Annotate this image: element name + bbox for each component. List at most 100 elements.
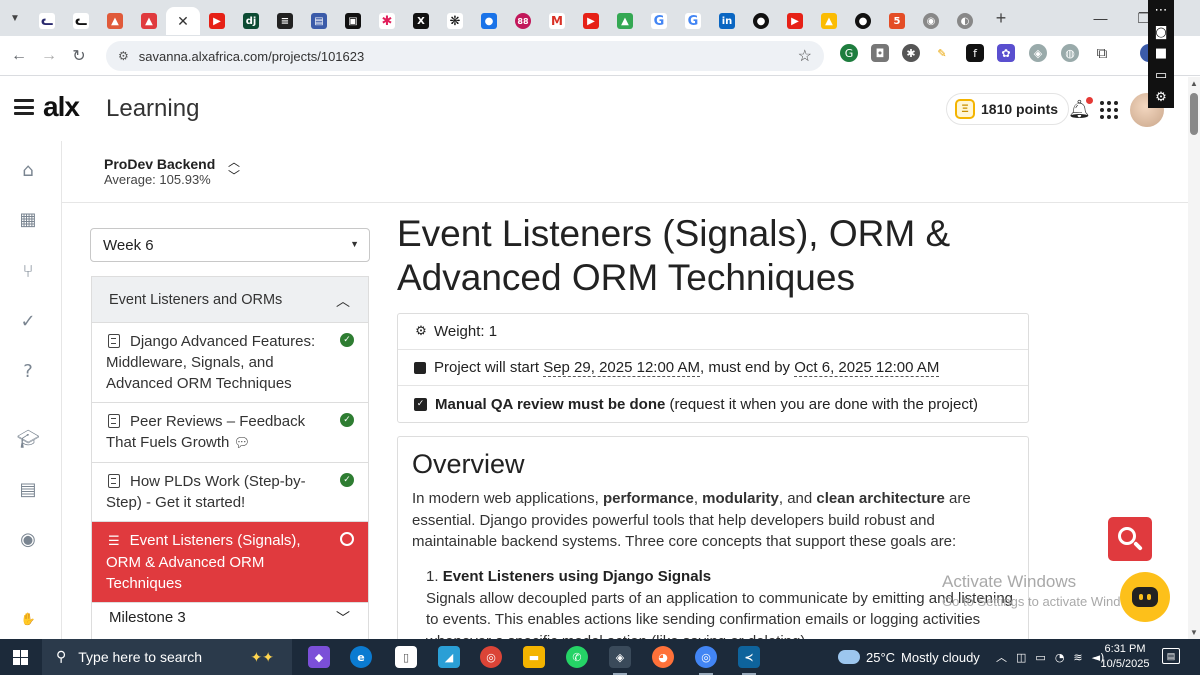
graduation-cap-icon[interactable]: 🎓︎ bbox=[16, 427, 40, 451]
tab[interactable]: G bbox=[676, 7, 710, 35]
tab[interactable]: dj bbox=[234, 7, 268, 35]
tab[interactable]: ▲ bbox=[132, 7, 166, 35]
curriculum-branch-icon[interactable]: ⑂ bbox=[16, 259, 40, 283]
taskbar-clock[interactable]: 6:31 PM 10/5/2025 bbox=[1100, 642, 1150, 672]
milestone-header[interactable]: Milestone 3 ﹀ bbox=[91, 596, 369, 640]
help-icon[interactable]: ? bbox=[16, 359, 40, 383]
whatsapp-icon[interactable]: ✆ bbox=[566, 646, 588, 668]
tab[interactable]: ᓚ bbox=[30, 7, 64, 35]
tab-active[interactable]: ✕ bbox=[166, 7, 200, 35]
tab[interactable]: ▶ bbox=[778, 7, 812, 35]
site-settings-icon[interactable]: ⚙ bbox=[118, 49, 129, 63]
chevron-up-icon[interactable]: ︿ bbox=[228, 155, 240, 169]
tab[interactable]: X bbox=[404, 7, 438, 35]
chrome-profile-icon[interactable]: ◎ bbox=[695, 646, 717, 675]
module-header[interactable]: Event Listeners and ORMs ︿ bbox=[92, 277, 368, 323]
windows-start-icon[interactable] bbox=[0, 639, 40, 675]
tab[interactable]: ▶ bbox=[200, 7, 234, 35]
app-icon[interactable]: ◈ bbox=[609, 646, 631, 675]
network-icon[interactable]: ◔ bbox=[1055, 651, 1065, 664]
course-switcher[interactable]: ︿ ﹀ bbox=[228, 155, 240, 183]
wifi-icon[interactable]: ≋ bbox=[1073, 651, 1082, 664]
notification-center-icon[interactable]: ▤ bbox=[1162, 648, 1180, 664]
tab[interactable]: ● bbox=[744, 7, 778, 35]
reload-icon[interactable]: ↻ bbox=[64, 46, 94, 66]
weather-widget[interactable]: 25°C Mostly cloudy bbox=[838, 639, 980, 675]
tab[interactable]: ✱ bbox=[370, 7, 404, 35]
chat-icon[interactable]: ◉ bbox=[16, 527, 40, 551]
points-badge[interactable]: Ξ 1810 points bbox=[946, 93, 1070, 125]
list-item[interactable]: Django Advanced Features: Middleware, Si… bbox=[92, 323, 368, 403]
back-icon[interactable]: ← bbox=[4, 47, 34, 65]
bookmark-star-icon[interactable]: ☆ bbox=[798, 46, 812, 66]
page-scrollbar[interactable]: ▲ ▼ bbox=[1188, 77, 1200, 639]
tab[interactable]: ● bbox=[472, 7, 506, 35]
tab[interactable]: ▲ bbox=[98, 7, 132, 35]
taskbar-search[interactable]: ⚲ Type here to search ✦✦ bbox=[42, 639, 292, 675]
tab[interactable]: ▣ bbox=[336, 7, 370, 35]
tab[interactable]: ▲ bbox=[812, 7, 846, 35]
search-button[interactable] bbox=[1108, 517, 1152, 561]
grammarly-extension-icon[interactable]: G bbox=[840, 44, 858, 62]
home-icon[interactable]: ⌂ bbox=[16, 158, 40, 182]
new-tab-icon[interactable]: + bbox=[986, 8, 1016, 29]
close-tab-icon[interactable]: ✕ bbox=[177, 13, 189, 30]
list-item[interactable]: Peer Reviews – Feedback That Fuels Growt… bbox=[92, 403, 368, 463]
vscode-icon[interactable]: ≺ bbox=[738, 646, 760, 675]
bug-extension-icon[interactable]: ✱ bbox=[902, 44, 920, 62]
address-bar[interactable]: ⚙ savanna.alxafrica.com/projects/101623 … bbox=[106, 41, 824, 71]
tab[interactable]: ◉ bbox=[914, 7, 948, 35]
document-icon[interactable]: ▤ bbox=[16, 477, 40, 501]
alx-logo[interactable]: alx bbox=[43, 91, 80, 123]
tab[interactable]: M bbox=[540, 7, 574, 35]
app-icon[interactable]: ◢ bbox=[438, 646, 460, 668]
bot-icon[interactable]: ✋ bbox=[16, 607, 40, 631]
pen-extension-icon[interactable]: ✎ bbox=[933, 44, 951, 62]
tab[interactable]: 88 bbox=[506, 7, 540, 35]
globe-extension-icon[interactable]: ◍ bbox=[1061, 44, 1079, 62]
forward-icon[interactable]: → bbox=[34, 47, 64, 65]
minimize-icon[interactable]: — bbox=[1093, 10, 1107, 26]
tab[interactable]: ▶ bbox=[574, 7, 608, 35]
gear-icon[interactable]: ⚙ bbox=[1155, 90, 1167, 105]
list-item[interactable]: How PLDs Work (Step-by-Step) - Get it st… bbox=[92, 463, 368, 522]
menu-icon[interactable] bbox=[14, 99, 34, 115]
week-select[interactable]: Week 6 ▼ bbox=[90, 228, 370, 262]
tab[interactable]: ▤ bbox=[302, 7, 336, 35]
link-icon[interactable]: ⋯ bbox=[1155, 3, 1168, 18]
camera-extension-icon[interactable]: ◘ bbox=[871, 44, 889, 62]
list-item-current[interactable]: ☰ Event Listeners (Signals), ORM & Advanc… bbox=[92, 522, 368, 603]
puzzle-extension-icon[interactable]: ✿ bbox=[997, 44, 1015, 62]
chevron-up-icon[interactable]: ︿ bbox=[996, 649, 1007, 665]
scrollbar-thumb[interactable] bbox=[1190, 93, 1198, 135]
edge-icon[interactable]: e bbox=[350, 646, 372, 668]
tab[interactable]: ≡ bbox=[268, 7, 302, 35]
tab[interactable]: ● bbox=[846, 7, 880, 35]
scroll-up-icon[interactable]: ▲ bbox=[1190, 79, 1198, 88]
tab-search-icon[interactable]: ▼ bbox=[0, 0, 30, 36]
camera-icon[interactable]: ◙ bbox=[1155, 25, 1168, 40]
tab[interactable]: ▲ bbox=[608, 7, 642, 35]
chatbot-button[interactable] bbox=[1120, 572, 1170, 622]
chrome-icon[interactable]: ◎ bbox=[480, 646, 502, 668]
tab[interactable]: G bbox=[642, 7, 676, 35]
copilot-icon[interactable]: ◆ bbox=[308, 646, 330, 668]
apps-grid-icon[interactable] bbox=[1100, 101, 1118, 119]
window-icon[interactable]: ▭ bbox=[1155, 68, 1167, 83]
shield-extension-icon[interactable]: ◈ bbox=[1029, 44, 1047, 62]
chevron-down-icon[interactable]: ﹀ bbox=[228, 169, 240, 183]
device-icon[interactable]: ◫ bbox=[1016, 651, 1026, 664]
tab[interactable]: 5 bbox=[880, 7, 914, 35]
video-icon[interactable]: ■ bbox=[1155, 46, 1167, 61]
calendar-icon[interactable]: ▦ bbox=[16, 207, 40, 231]
extensions-icon[interactable]: ⧉ bbox=[1093, 44, 1111, 62]
font-extension-icon[interactable]: f bbox=[966, 44, 984, 62]
battery-icon[interactable]: ▭ bbox=[1035, 651, 1045, 664]
tab[interactable]: in bbox=[710, 7, 744, 35]
tab[interactable]: ◐ bbox=[948, 7, 982, 35]
notepad-icon[interactable]: ▯ bbox=[395, 646, 417, 668]
checkmark-icon[interactable]: ✓ bbox=[16, 309, 40, 333]
tab[interactable]: ᓚ bbox=[64, 7, 98, 35]
tab[interactable]: ❋ bbox=[438, 7, 472, 35]
notification-bell-icon[interactable]: 🔔︎ bbox=[1068, 97, 1093, 120]
